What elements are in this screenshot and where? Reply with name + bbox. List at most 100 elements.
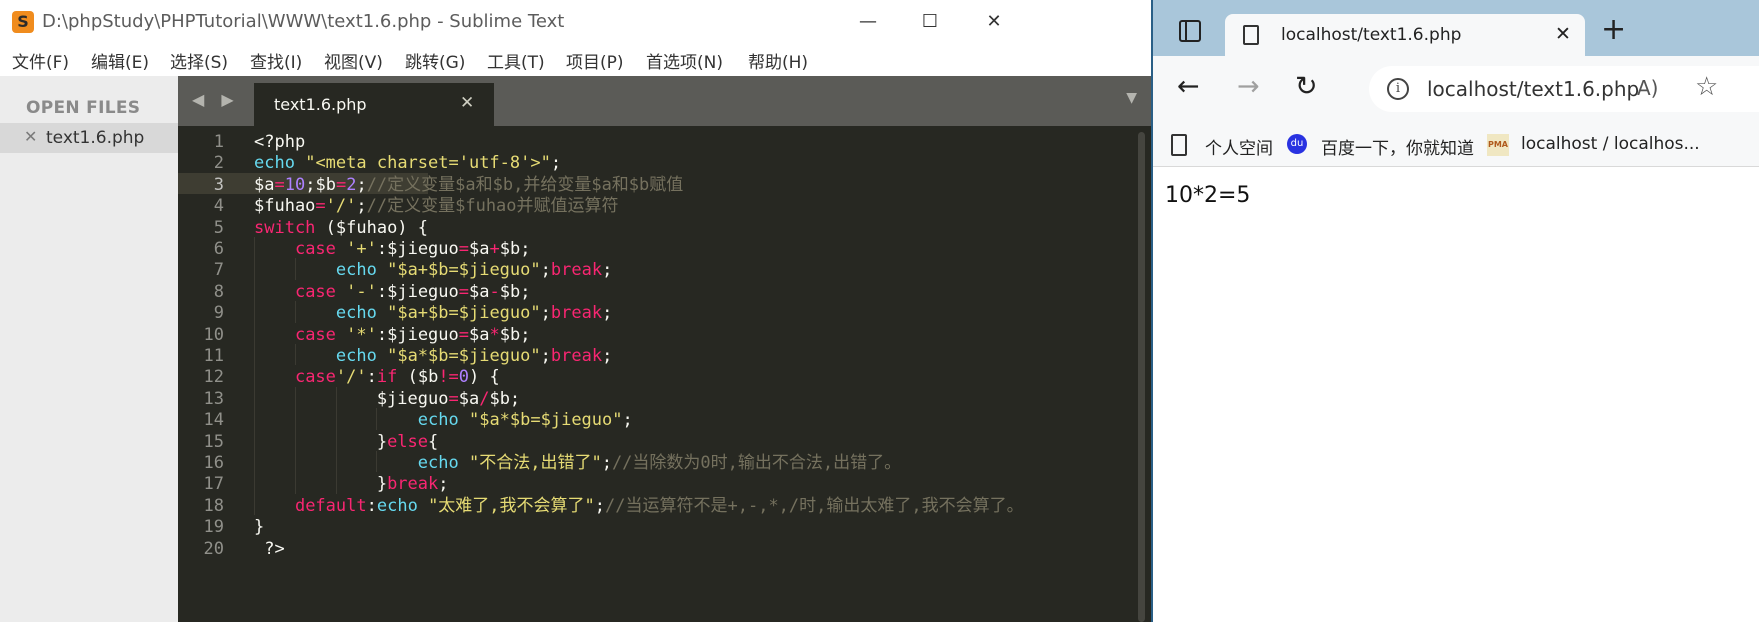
tab-scroll-arrows-icon[interactable]: ◀ ▶ bbox=[192, 90, 240, 109]
back-icon[interactable]: ← bbox=[1177, 70, 1200, 104]
code-token: echo bbox=[335, 260, 377, 281]
close-tab-icon[interactable]: ✕ bbox=[1555, 23, 1571, 45]
code-token: //定义变量$fuhao并赋值运算符 bbox=[366, 196, 619, 217]
code-line[interactable]: case'/':if ($b!=0) { bbox=[254, 365, 500, 389]
code-token: case bbox=[294, 239, 336, 259]
minimize-button[interactable]: — bbox=[848, 6, 888, 38]
code-token: '/' bbox=[335, 367, 367, 388]
line-number: 19 bbox=[203, 517, 224, 538]
line-number: 10 bbox=[203, 324, 224, 345]
code-editor[interactable]: 1 2 3 4 5 6 7 8 9 10 11 12 13 14 15 16 17 18 19 20 <?php ech… bbox=[178, 126, 1151, 622]
menu-help[interactable]: 帮助(H) bbox=[748, 48, 808, 73]
sidebar-item-text1-6-php[interactable]: ✕ text1.6.php bbox=[0, 123, 178, 153]
read-aloud-icon[interactable]: A) bbox=[1637, 76, 1658, 100]
code-token: :$jieguo bbox=[376, 324, 459, 345]
tab-text1-6-php[interactable]: text1.6.php ✕ bbox=[254, 83, 494, 126]
code-line[interactable]: case '+':$jieguo=$a+$b; bbox=[254, 237, 531, 261]
code-line[interactable]: case '-':$jieguo=$a-$b; bbox=[254, 280, 531, 304]
bookmark-label: 个人空间 bbox=[1205, 139, 1273, 159]
code-token: } bbox=[254, 517, 265, 538]
code-token: "太难了,我不会算了" bbox=[428, 495, 595, 516]
tab-actions-icon[interactable] bbox=[1179, 20, 1201, 42]
code-token: '-' bbox=[346, 281, 377, 302]
code-token: "$a+$b=$jieguo" bbox=[387, 260, 541, 281]
menu-file[interactable]: 文件(F) bbox=[12, 48, 69, 73]
favorite-star-icon[interactable]: ☆ bbox=[1695, 72, 1718, 102]
new-tab-button[interactable]: + bbox=[1601, 15, 1626, 45]
tab-bar: ◀ ▶ text1.6.php ✕ ▼ bbox=[178, 76, 1151, 126]
line-number: 9 bbox=[213, 303, 224, 324]
maximize-button[interactable]: ☐ bbox=[910, 6, 950, 38]
code-token: * bbox=[489, 324, 500, 345]
page-content: 10*2=5 bbox=[1153, 167, 1759, 622]
code-line[interactable]: ?> bbox=[254, 537, 285, 561]
line-number: 13 bbox=[203, 388, 224, 409]
forward-icon[interactable]: → bbox=[1237, 70, 1260, 104]
bookmark-label: localhost / localhos... bbox=[1521, 134, 1700, 154]
code-token: : bbox=[366, 495, 377, 516]
code-token: + bbox=[489, 239, 500, 259]
code-line[interactable]: echo "<meta charset='utf-8'>"; bbox=[254, 151, 561, 175]
code-line[interactable]: echo "$a+$b=$jieguo";break; bbox=[254, 301, 612, 325]
line-number: 3 bbox=[213, 174, 224, 195]
code-token: "$a*$b=$jieguo" bbox=[387, 346, 541, 366]
menu-edit[interactable]: 编辑(E) bbox=[91, 48, 149, 73]
code-line[interactable]: default:echo "太难了,我不会算了";//当运算符不是+,-,*,/… bbox=[254, 494, 1024, 518]
code-line[interactable]: <?php bbox=[254, 130, 305, 154]
address-input[interactable]: localhost/text1.6.php bbox=[1427, 77, 1639, 101]
code-line[interactable]: echo "$a*$b=$jieguo";break; bbox=[254, 344, 612, 368]
page-icon bbox=[1171, 134, 1187, 156]
tab-dropdown-icon[interactable]: ▼ bbox=[1126, 90, 1137, 106]
code-token: / bbox=[479, 388, 490, 409]
code-token: : bbox=[366, 367, 377, 388]
code-token: break bbox=[550, 260, 603, 281]
code-line[interactable]: } bbox=[254, 515, 264, 539]
code-token: break bbox=[387, 474, 439, 495]
code-token: ?> bbox=[254, 538, 285, 559]
code-line[interactable]: }break; bbox=[254, 472, 449, 496]
code-token: "不合法,出错了" bbox=[468, 453, 602, 473]
tab-close-icon[interactable]: ✕ bbox=[460, 93, 474, 113]
menu-selection[interactable]: 选择(S) bbox=[170, 48, 228, 73]
info-icon[interactable]: i bbox=[1387, 78, 1409, 100]
code-token: "<meta charset='utf-8'>" bbox=[305, 153, 551, 174]
code-token: ; bbox=[540, 346, 551, 366]
code-line[interactable]: $a=10;$b=2;//定义变量$a和$b,并给变量$a和$b赋值 bbox=[254, 173, 683, 197]
sidebar: OPEN FILES ✕ text1.6.php bbox=[0, 76, 178, 622]
menu-project[interactable]: 项目(P) bbox=[566, 48, 624, 73]
code-line[interactable]: }else{ bbox=[254, 430, 438, 454]
browser-tab-localhost[interactable]: localhost/text1.6.php ✕ bbox=[1225, 14, 1585, 56]
close-button[interactable]: ✕ bbox=[974, 6, 1014, 38]
window-title: D:\phpStudy\PHPTutorial\WWW\text1.6.php … bbox=[42, 11, 565, 32]
menu-goto[interactable]: 跳转(G) bbox=[405, 48, 465, 73]
code-line[interactable]: echo "不合法,出错了";//当除数为0时,输出不合法,出错了。 bbox=[254, 451, 901, 475]
code-token: ($fuhao) { bbox=[315, 217, 429, 238]
code-token: = bbox=[315, 196, 326, 217]
menu-find[interactable]: 查找(I) bbox=[250, 48, 302, 73]
close-icon[interactable]: ✕ bbox=[24, 127, 37, 146]
code-line[interactable]: echo "$a+$b=$jieguo";break; bbox=[254, 258, 612, 282]
sublime-titlebar: S D:\phpStudy\PHPTutorial\WWW\text1.6.ph… bbox=[0, 0, 1151, 44]
menu-view[interactable]: 视图(V) bbox=[324, 48, 383, 73]
reload-icon[interactable]: ↻ bbox=[1295, 70, 1318, 104]
menu-tools[interactable]: 工具(T) bbox=[487, 48, 545, 73]
menu-preferences[interactable]: 首选项(N) bbox=[646, 48, 723, 73]
line-number: 11 bbox=[203, 346, 224, 366]
line-number: 2 bbox=[213, 153, 224, 174]
code-line[interactable]: $fuhao='/';//定义变量$fuhao并赋值运算符 bbox=[254, 194, 619, 218]
code-token: 0 bbox=[458, 367, 470, 388]
code-line[interactable]: case '*':$jieguo=$a*$b; bbox=[254, 323, 531, 347]
code-line[interactable]: echo "$a*$b=$jieguo"; bbox=[254, 408, 633, 432]
code-line[interactable]: $jieguo=$a/$b; bbox=[254, 387, 520, 411]
address-bar[interactable]: i localhost/text1.6.php A) ☆ bbox=[1369, 66, 1759, 112]
code-line[interactable]: switch ($fuhao) { bbox=[254, 216, 428, 240]
code-token: if bbox=[376, 367, 398, 388]
vertical-scrollbar[interactable] bbox=[1138, 132, 1145, 622]
